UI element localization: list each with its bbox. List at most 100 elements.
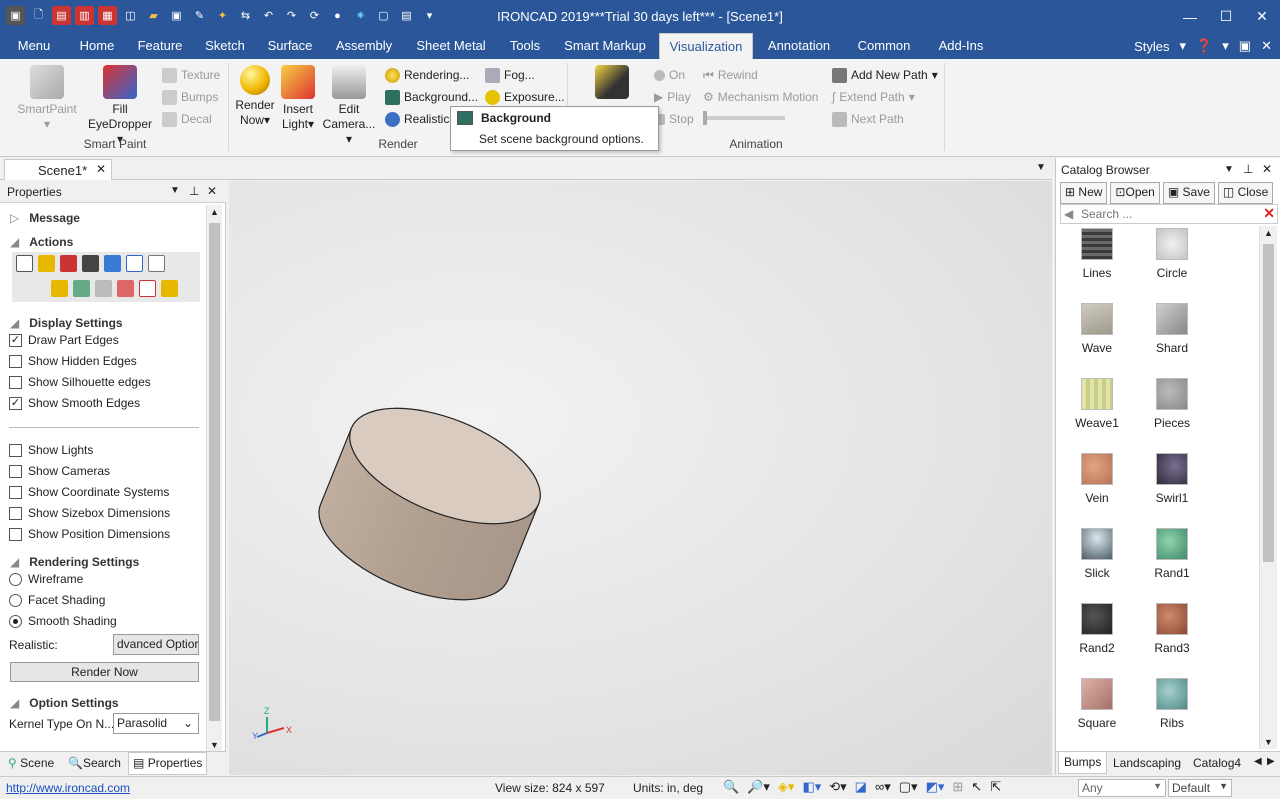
back-arrow-icon[interactable]: ◀ [1064,207,1073,221]
close-icon[interactable]: ✕ [96,162,106,176]
background-button[interactable]: Background... [385,87,478,107]
tab-bumps[interactable]: Bumps [1058,752,1108,774]
styles-dropdown-icon[interactable]: ▾ [1180,38,1187,54]
animation-slider[interactable] [703,111,785,125]
pin-icon[interactable]: ⊥ [189,184,199,198]
catalog-item-rand3[interactable]: Rand3 [1142,603,1202,655]
catalog-dropdown-icon[interactable]: ▼ [1224,164,1234,175]
extend-path-button[interactable]: ∫ Extend Path ▾ [832,87,915,107]
checkbox-box[interactable] [9,375,22,389]
tabs-left-icon[interactable]: ◀ [1254,756,1262,767]
catalog-pin-icon[interactable]: ⊥ [1243,162,1253,176]
tab-annotation[interactable]: Annotation [762,33,836,59]
scroll-down-icon[interactable]: ▼ [210,740,219,750]
selection-filter-select[interactable]: Any ▼ [1078,779,1166,797]
tab-add-ins[interactable]: Add-Ins [930,33,992,59]
display-icon[interactable]: ◩▾ [926,779,945,795]
checkbox-box[interactable]: ✓ [9,333,22,347]
rewind-button[interactable]: ⏮ Rewind [703,65,758,85]
checkbox-show-cameras[interactable]: Show Cameras [9,464,110,478]
checkbox-box[interactable] [9,506,22,520]
tab-feature[interactable]: Feature [132,33,188,59]
edit-properties-icon[interactable] [126,255,143,272]
checkbox-show-smooth-edges[interactable]: ✓ Show Smooth Edges [9,396,140,410]
list-icon[interactable] [16,255,33,272]
animation-library-button[interactable] [590,65,634,102]
catalog-item-shard[interactable]: Shard [1142,303,1202,355]
shield-icon[interactable] [104,255,121,272]
radio-circle[interactable] [9,572,22,586]
exposure-button[interactable]: Exposure... [485,87,565,107]
tab-scene1[interactable]: Scene1* ✕ [4,159,112,180]
transform-icon[interactable] [82,255,99,272]
kernel-type-select[interactable]: Parasolid ⌄ [113,713,199,734]
render-now-button[interactable]: Render Now▾ [232,65,278,128]
checkbox-show-lights[interactable]: Show Lights [9,443,93,457]
restore-icon[interactable]: ▣ [1239,38,1251,54]
section-actions[interactable]: ◢ Actions [10,235,73,249]
animation-on-button[interactable]: On [654,65,685,85]
catalog-close-button[interactable]: ◫ Close [1217,182,1274,204]
catalog-item-wave[interactable]: Wave [1067,303,1127,355]
catalog-open-button[interactable]: ⊡Open [1110,182,1160,204]
folder-icon[interactable] [38,255,55,272]
scroll-up-icon[interactable]: ▲ [210,207,219,217]
zoom-icon[interactable]: 🔍 [723,779,739,795]
tab-tools[interactable]: Tools [502,33,548,59]
tab-scene[interactable]: ⚲ Scene [8,756,54,770]
catalog-item-rand1[interactable]: Rand1 [1142,528,1202,580]
image-icon[interactable] [148,255,165,272]
extruded-ellipse-part[interactable] [303,385,556,624]
catalog-item-pieces[interactable]: Pieces [1142,378,1202,430]
radio-facet-shading[interactable]: Facet Shading [9,593,105,607]
box-view-icon[interactable]: ▢▾ [899,779,918,795]
standard-views-icon[interactable]: ◧▾ [802,779,821,795]
3d-viewport[interactable]: Z X Y [229,181,1052,775]
catalog-item-circle[interactable]: Circle [1142,228,1202,280]
checkbox-show-hidden-edges[interactable]: Show Hidden Edges [9,354,137,368]
radio-circle[interactable] [9,614,22,628]
parts-icon[interactable] [117,279,134,297]
tabs-right-icon[interactable]: ▶ [1267,756,1275,767]
checkbox-box[interactable]: ✓ [9,396,22,410]
catalog-item-swirl1[interactable]: Swirl1 [1142,453,1202,505]
render-mode-icon[interactable]: ◪ [855,779,867,795]
doc-close-icon[interactable]: ✕ [1261,38,1272,54]
tab-search[interactable]: 🔍Search [68,756,121,770]
orbit-icon[interactable]: ⟲▾ [829,779,846,795]
checkbox-show-sizebox-dimensions[interactable]: Show Sizebox Dimensions [9,506,170,520]
help-dropdown-icon[interactable]: ▾ [1222,38,1229,54]
minimize-button[interactable]: — [1172,0,1208,33]
checkbox-show-coordinate-systems[interactable]: Show Coordinate Systems [9,485,169,499]
advanced-options-button[interactable]: dvanced Optior [113,634,199,655]
tab-surface[interactable]: Surface [262,33,318,59]
radio-circle[interactable] [9,593,22,607]
radio-smooth-shading[interactable]: Smooth Shading [9,614,117,628]
rendering-button[interactable]: Rendering... [385,65,469,85]
animation-play-button[interactable]: ▶ Play [654,87,691,107]
close-button[interactable]: ✕ [1244,0,1280,33]
next-path-button[interactable]: Next Path [832,109,904,129]
catalog-item-rand2[interactable]: Rand2 [1067,603,1127,655]
clear-search-icon[interactable]: ✕ [1263,205,1275,222]
scroll-down-icon[interactable]: ▼ [1264,737,1273,747]
tab-common[interactable]: Common [850,33,918,59]
catalog-item-weave1[interactable]: Weave1 [1067,378,1127,430]
catalog-close-icon[interactable]: ✕ [1262,162,1272,176]
checkbox-box[interactable] [9,485,22,499]
view-cube-icon[interactable]: ◈▾ [778,779,795,795]
checkbox-box[interactable] [9,464,22,478]
tab-menu[interactable]: Menu [8,33,60,59]
edit-camera-button[interactable]: Edit Camera... ▾ [318,65,380,147]
catalog-scrollbar[interactable]: ▲ ▼ [1259,226,1277,749]
tab-assembly[interactable]: Assembly [328,33,400,59]
styles-menu[interactable]: Styles [1134,39,1169,54]
calc-icon[interactable] [95,279,112,297]
section-rendering-settings[interactable]: ◢ Rendering Settings [10,555,139,569]
doc-tab-dropdown-icon[interactable]: ▼ [1036,162,1046,173]
checkbox-show-position-dimensions[interactable]: Show Position Dimensions [9,527,170,541]
catalog-search-input[interactable] [1081,206,1251,222]
animation-slider-thumb[interactable] [703,111,707,125]
mechanism-motion-button[interactable]: ⚙ Mechanism Motion [703,87,818,107]
render-now-panel-button[interactable]: Render Now [10,662,199,682]
